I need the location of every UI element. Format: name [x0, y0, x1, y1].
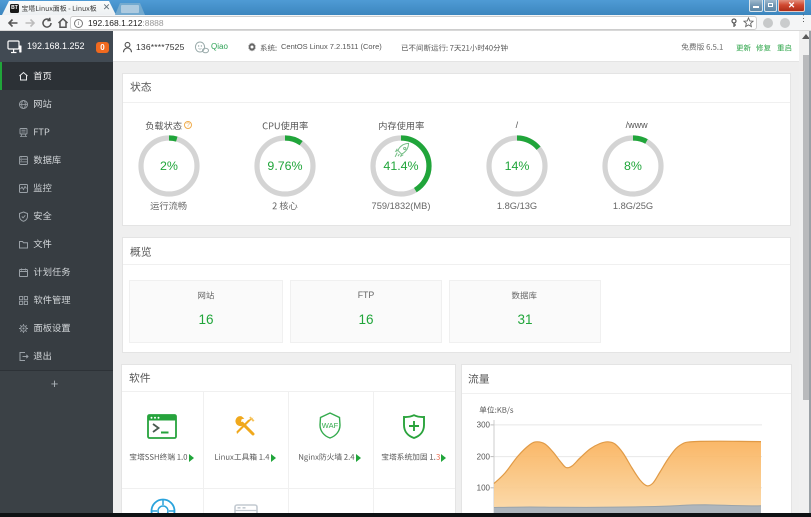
svg-text:WAF: WAF — [322, 421, 339, 430]
svg-text:200: 200 — [477, 452, 491, 461]
svg-text:300: 300 — [477, 421, 491, 430]
svg-text:100: 100 — [477, 484, 491, 493]
